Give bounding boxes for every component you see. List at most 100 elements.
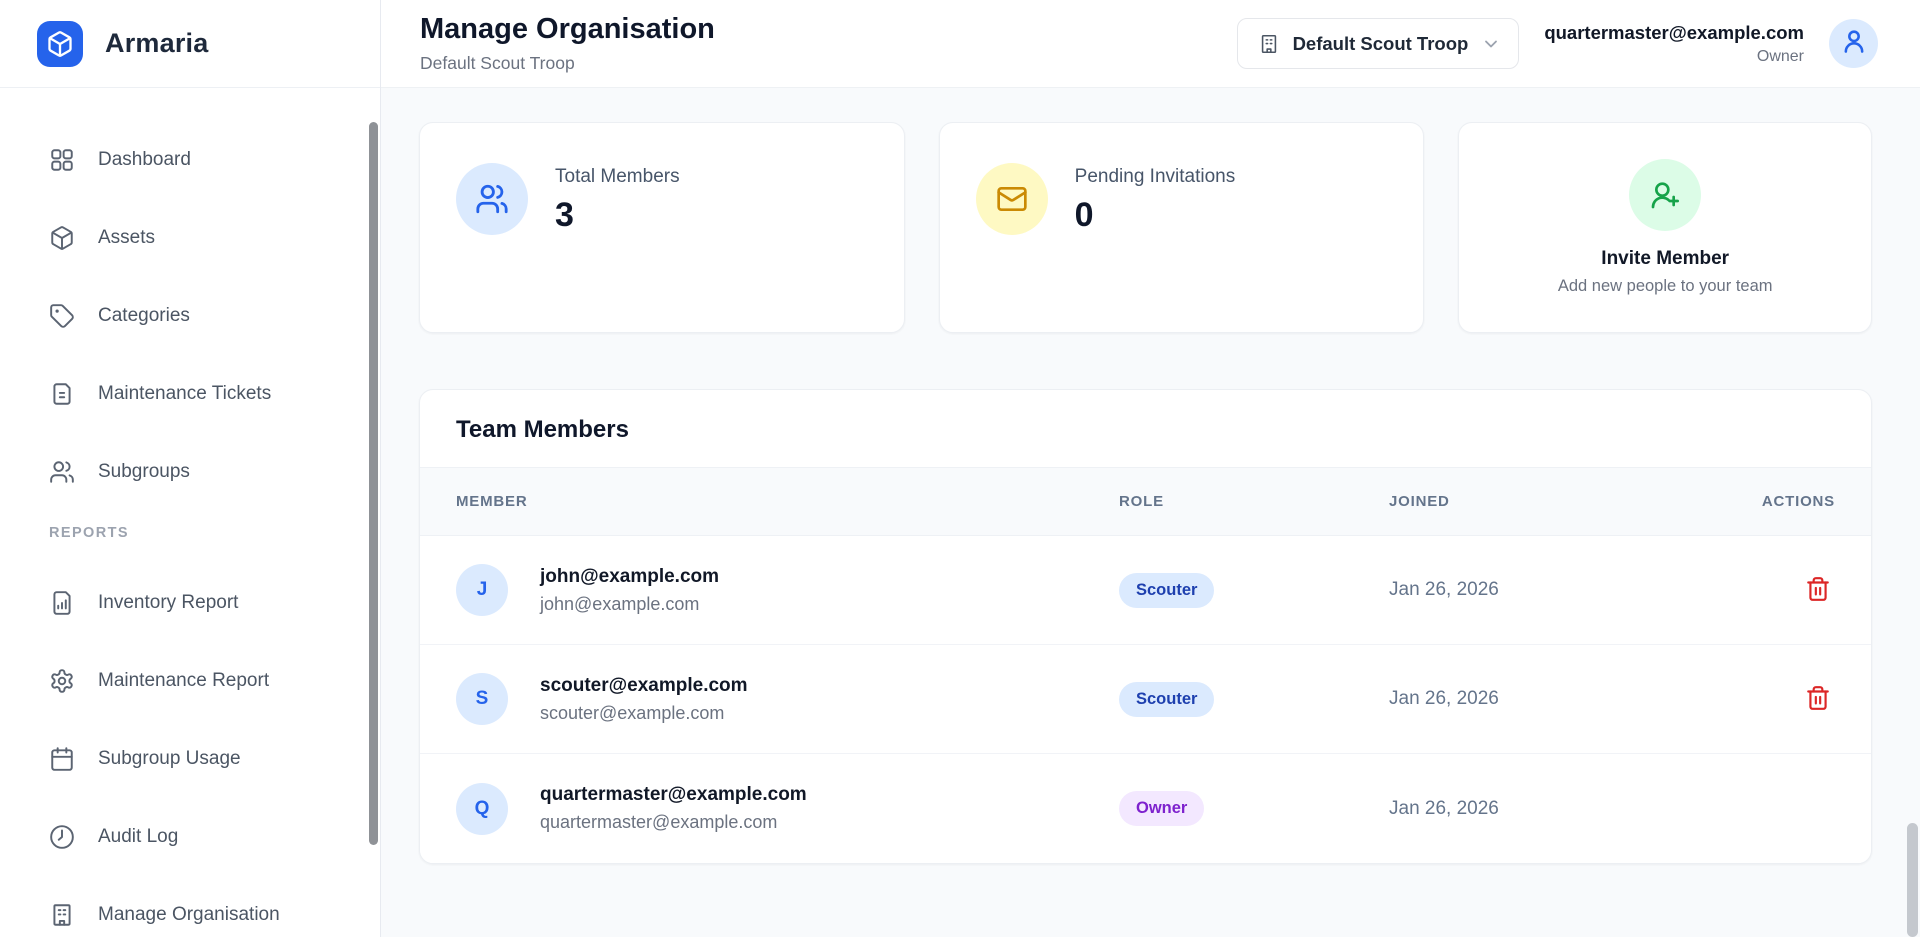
- page-title-block: Manage Organisation Default Scout Troop: [420, 13, 715, 74]
- page-title: Manage Organisation: [420, 13, 715, 46]
- sidebar-item-label: Audit Log: [98, 826, 178, 848]
- stat-value: 3: [555, 196, 680, 235]
- user-icon: [1840, 27, 1868, 60]
- delete-member-button[interactable]: [1801, 572, 1835, 609]
- total-members-card: Total Members 3: [419, 122, 905, 333]
- invite-member-title: Invite Member: [1601, 248, 1729, 270]
- column-header-actions: ACTIONS: [1725, 493, 1835, 510]
- joined-date: Jan 26, 2026: [1389, 798, 1499, 819]
- sidebar-item-label: Categories: [98, 305, 190, 327]
- sidebar-section-reports: REPORTS: [49, 525, 356, 541]
- sidebar-nav-main: Dashboard Assets Categories Maintenance Tic…: [49, 133, 356, 499]
- brand-home-link[interactable]: Armaria: [0, 0, 380, 88]
- team-members-card: Team Members MEMBER ROLE JOINED ACTIONS …: [419, 389, 1872, 864]
- sidebar-item-label: Assets: [98, 227, 155, 249]
- sidebar-item-label: Dashboard: [98, 149, 191, 171]
- mail-icon: [976, 163, 1048, 235]
- sidebar-item-assets[interactable]: Assets: [49, 211, 356, 265]
- organisation-selector-value: Default Scout Troop: [1293, 33, 1469, 55]
- users-icon: [456, 163, 528, 235]
- sidebar-item-manage-organisation[interactable]: Manage Organisation: [49, 888, 356, 937]
- sidebar-nav: Dashboard Assets Categories Maintenance Tic…: [0, 88, 380, 937]
- column-header-role: ROLE: [1119, 493, 1389, 510]
- building-icon: [1258, 33, 1280, 55]
- member-avatar: S: [456, 673, 508, 725]
- member-row: Q quartermaster@example.com quartermaste…: [420, 754, 1871, 863]
- stat-label: Pending Invitations: [1075, 166, 1236, 188]
- topbar: Manage Organisation Default Scout Troop …: [381, 0, 1920, 88]
- app-window: Armaria Dashboard Assets Categories Mainten…: [0, 0, 1920, 937]
- dashboard-icon: [49, 147, 75, 173]
- page-scrollbar-thumb[interactable]: [1907, 823, 1918, 937]
- tag-icon: [49, 303, 75, 329]
- column-header-joined: JOINED: [1389, 493, 1725, 510]
- column-header-member: MEMBER: [456, 493, 1119, 510]
- calendar-icon: [49, 746, 75, 772]
- user-role: Owner: [1544, 48, 1804, 66]
- sidebar-item-subgroups[interactable]: Subgroups: [49, 445, 356, 499]
- sidebar: Armaria Dashboard Assets Categories Mainten…: [0, 0, 381, 937]
- member-row: S scouter@example.com scouter@example.co…: [420, 645, 1871, 754]
- member-email: quartermaster@example.com: [540, 812, 807, 833]
- trash-icon: [1805, 576, 1831, 605]
- team-members-header: Team Members: [420, 390, 1871, 467]
- sidebar-item-maintenance-report[interactable]: Maintenance Report: [49, 654, 356, 708]
- invite-member-subtitle: Add new people to your team: [1558, 277, 1773, 296]
- member-email: john@example.com: [540, 594, 719, 615]
- file-text-icon: [49, 381, 75, 407]
- clock-icon: [49, 824, 75, 850]
- invite-member-card[interactable]: Invite Member Add new people to your tea…: [1458, 122, 1872, 333]
- topbar-right: Default Scout Troop quartermaster@exampl…: [1237, 18, 1878, 69]
- sidebar-item-label: Subgroup Usage: [98, 748, 241, 770]
- sidebar-scrollbar-thumb[interactable]: [369, 122, 378, 845]
- sidebar-item-subgroup-usage[interactable]: Subgroup Usage: [49, 732, 356, 786]
- member-name: scouter@example.com: [540, 675, 748, 697]
- sidebar-item-label: Subgroups: [98, 461, 190, 483]
- page-subtitle: Default Scout Troop: [420, 53, 715, 74]
- role-badge: Scouter: [1119, 682, 1214, 717]
- sidebar-nav-reports: Inventory Report Maintenance Report Subgro…: [49, 576, 356, 937]
- sidebar-item-label: Maintenance Tickets: [98, 383, 271, 405]
- organisation-selector[interactable]: Default Scout Troop: [1237, 18, 1520, 69]
- chevron-down-icon: [1481, 34, 1501, 54]
- sidebar-item-label: Manage Organisation: [98, 904, 280, 926]
- member-name: john@example.com: [540, 566, 719, 588]
- pending-invitations-card: Pending Invitations 0: [939, 122, 1425, 333]
- file-chart-icon: [49, 590, 75, 616]
- main-area: Manage Organisation Default Scout Troop …: [381, 0, 1920, 937]
- team-members-title: Team Members: [456, 416, 1835, 444]
- table-body: J john@example.com john@example.com Scou…: [420, 536, 1871, 863]
- users-icon: [49, 459, 75, 485]
- user-email: quartermaster@example.com: [1544, 22, 1804, 44]
- member-avatar: Q: [456, 783, 508, 835]
- building-icon: [49, 902, 75, 928]
- member-email: scouter@example.com: [540, 703, 748, 724]
- member-row: J john@example.com john@example.com Scou…: [420, 536, 1871, 645]
- sidebar-item-label: Maintenance Report: [98, 670, 269, 692]
- role-badge: Owner: [1119, 791, 1204, 826]
- box-icon: [49, 225, 75, 251]
- stat-value: 0: [1075, 196, 1236, 235]
- trash-icon: [1805, 685, 1831, 714]
- sidebar-item-inventory-report[interactable]: Inventory Report: [49, 576, 356, 630]
- member-avatar: J: [456, 564, 508, 616]
- sidebar-item-maintenance-tickets[interactable]: Maintenance Tickets: [49, 367, 356, 421]
- joined-date: Jan 26, 2026: [1389, 688, 1499, 709]
- table-header-row: MEMBER ROLE JOINED ACTIONS: [420, 467, 1871, 536]
- armaria-logo-icon: [37, 21, 83, 67]
- page-content: Total Members 3 Pending Invitations 0 In…: [381, 88, 1920, 937]
- member-name: quartermaster@example.com: [540, 784, 807, 806]
- gear-icon: [49, 668, 75, 694]
- delete-member-button[interactable]: [1801, 681, 1835, 718]
- role-badge: Scouter: [1119, 573, 1214, 608]
- brand-name: Armaria: [105, 28, 208, 59]
- stat-label: Total Members: [555, 166, 680, 188]
- stats-row: Total Members 3 Pending Invitations 0 In…: [419, 122, 1872, 333]
- user-avatar[interactable]: [1829, 19, 1878, 68]
- joined-date: Jan 26, 2026: [1389, 579, 1499, 600]
- user-info: quartermaster@example.com Owner: [1544, 22, 1804, 66]
- sidebar-item-audit-log[interactable]: Audit Log: [49, 810, 356, 864]
- user-plus-icon: [1629, 159, 1701, 231]
- sidebar-item-categories[interactable]: Categories: [49, 289, 356, 343]
- sidebar-item-dashboard[interactable]: Dashboard: [49, 133, 356, 187]
